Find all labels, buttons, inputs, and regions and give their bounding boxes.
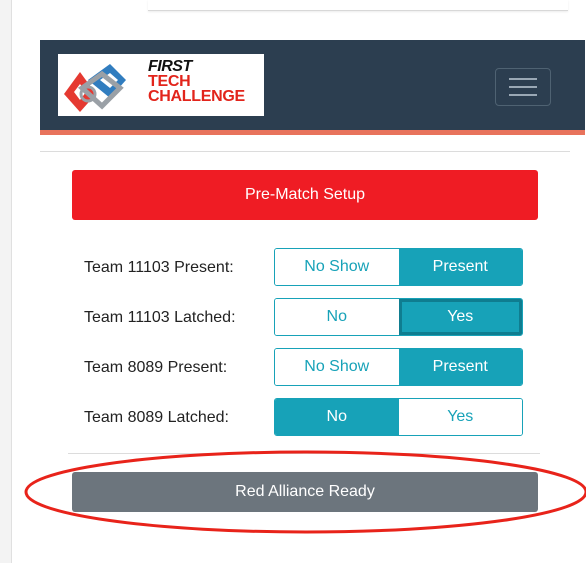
team-8089-no-show-option[interactable]: No Show [275,349,399,385]
team-11103-present-label: Team 11103 Present: [84,259,234,276]
divider [40,151,570,152]
team-11103-latched-label: Team 11103 Latched: [84,309,236,326]
logo-first-text: FIRST [148,58,192,75]
divider [68,453,540,454]
team-11103-no-show-option[interactable]: No Show [275,249,399,285]
menu-bar [509,86,537,88]
pre-match-setup-button[interactable]: Pre-Match Setup [72,170,538,220]
team-8089-latched-no-option[interactable]: No [275,399,399,435]
logo-challenge-text: CHALLENGE [148,88,245,105]
team-11103-latched-no-option[interactable]: No [275,299,399,335]
team-11103-latched-toggle: No Yes [274,298,523,336]
team-8089-present-option[interactable]: Present [398,349,522,385]
team-8089-present-toggle: No Show Present [274,348,523,386]
logo-tech-text: TECH [148,73,191,90]
navbar: FIRST TECH CHALLENGE [40,40,585,135]
hamburger-menu-icon[interactable] [495,68,551,106]
team-11103-present-option[interactable]: Present [398,249,522,285]
team-8089-latched-toggle: No Yes [274,398,523,436]
ftc-logo[interactable]: FIRST TECH CHALLENGE [58,54,264,116]
red-alliance-ready-button[interactable]: Red Alliance Ready [72,472,538,512]
menu-bar [509,78,537,80]
menu-bar [509,94,537,96]
team-11103-present-toggle: No Show Present [274,248,523,286]
top-input-strip [148,0,568,11]
team-8089-latched-yes-option[interactable]: Yes [398,399,522,435]
team-8089-present-label: Team 8089 Present: [84,359,228,376]
team-8089-latched-label: Team 8089 Latched: [84,409,229,426]
team-11103-latched-yes-option[interactable]: Yes [398,299,522,335]
